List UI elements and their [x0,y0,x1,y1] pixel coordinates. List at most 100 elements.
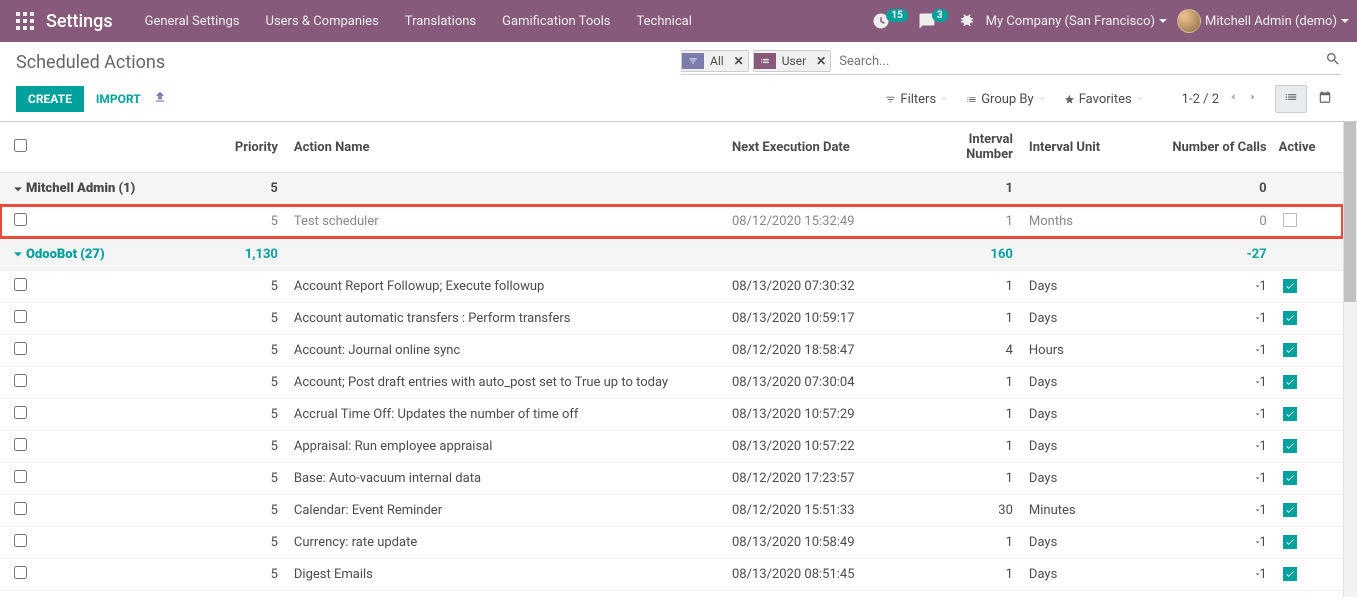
favorites-dropdown[interactable]: Favorites [1064,92,1144,107]
table-row[interactable]: 5Event: Mail Scheduler08/12/2020 15:50:4… [0,591,1343,598]
caret-down-icon [1136,97,1144,101]
cell-next-exec: 08/12/2020 15:50:45 [724,591,915,598]
row-checkbox[interactable] [14,566,27,579]
user-avatar [1177,9,1201,33]
active-checkbox-checked[interactable] [1283,471,1297,485]
table-row[interactable]: 5Account automatic transfers : Perform t… [0,303,1343,335]
row-checkbox[interactable] [14,310,27,323]
apps-menu-icon[interactable] [8,12,42,30]
activity-icon[interactable]: 15 [872,12,907,30]
group-toggle[interactable]: OdooBot (27) [14,247,105,262]
row-checkbox[interactable] [14,534,27,547]
table-row[interactable]: 5Account: Journal online sync08/12/2020 … [0,335,1343,367]
select-all-checkbox[interactable] [14,139,27,152]
col-interval-num[interactable]: Interval Number [915,122,1021,173]
col-num-calls[interactable]: Number of Calls [1145,122,1274,173]
table-row[interactable]: 5Calendar: Event Reminder08/12/2020 15:5… [0,495,1343,527]
row-checkbox[interactable] [14,502,27,515]
upload-icon[interactable] [153,90,167,108]
messages-icon[interactable]: 3 [918,12,948,30]
nav-item[interactable]: Translations [393,4,488,39]
company-switcher[interactable]: My Company (San Francisco) [986,14,1167,29]
col-next-exec[interactable]: Next Execution Date [724,122,915,173]
table-row[interactable]: 5Appraisal: Run employee appraisal08/13/… [0,431,1343,463]
active-checkbox-checked[interactable] [1283,439,1297,453]
group-interval-sum: 1 [915,173,1021,206]
row-checkbox[interactable] [14,213,27,226]
scrollbar[interactable] [1343,122,1357,597]
user-name: Mitchell Admin (demo) [1205,14,1337,29]
groupby-label: Group By [981,92,1034,107]
scheduled-actions-table: Priority Action Name Next Execution Date… [0,122,1343,597]
cell-interval-num: 1 [915,367,1021,399]
search-input[interactable] [835,52,1325,71]
table-row[interactable]: 5Account Report Followup; Execute follow… [0,271,1343,303]
groupby-dropdown[interactable]: Group By [966,92,1046,107]
col-action-name[interactable]: Action Name [286,122,724,173]
table-row[interactable]: 5Account; Post draft entries with auto_p… [0,367,1343,399]
nav-item[interactable]: Technical [625,4,704,39]
nav-item[interactable]: Gamification Tools [490,4,622,39]
row-checkbox[interactable] [14,406,27,419]
cell-priority: 5 [143,591,286,598]
groupby-facet: User✕ [753,50,831,72]
debug-icon[interactable] [958,12,976,30]
search-bar[interactable]: All✕User✕ [681,50,1341,75]
group-toggle[interactable]: Mitchell Admin (1) [14,181,135,196]
col-active[interactable]: Active [1275,122,1343,173]
active-checkbox-unchecked[interactable] [1283,213,1297,227]
active-checkbox-checked[interactable] [1283,375,1297,389]
create-button[interactable]: CREATE [16,86,84,112]
filters-dropdown[interactable]: Filters [885,92,948,107]
calendar-view-button[interactable] [1309,85,1341,113]
search-icon[interactable] [1325,51,1341,71]
facet-remove[interactable]: ✕ [812,54,830,68]
cell-interval-unit: Days [1021,303,1146,335]
pager-next[interactable] [1247,91,1259,107]
cell-priority: 5 [143,335,286,367]
nav-item[interactable]: Users & Companies [254,4,391,39]
row-checkbox[interactable] [14,278,27,291]
favorites-label: Favorites [1079,92,1132,107]
cell-priority: 5 [143,559,286,591]
row-checkbox[interactable] [14,470,27,483]
group-header-row[interactable]: OdooBot (27)1,130160-27 [0,238,1343,271]
cell-interval-num: 1 [915,431,1021,463]
table-row[interactable]: 5Currency: rate update08/13/2020 10:58:4… [0,527,1343,559]
cell-num-calls: -1 [1145,399,1274,431]
col-interval-unit[interactable]: Interval Unit [1021,122,1146,173]
row-checkbox[interactable] [14,374,27,387]
list-view-button[interactable] [1275,85,1307,113]
cell-active [1275,495,1343,527]
table-row[interactable]: 5Accrual Time Off: Updates the number of… [0,399,1343,431]
cell-action-name: Account automatic transfers : Perform tr… [286,303,724,335]
cell-active [1275,205,1343,238]
cell-active [1275,463,1343,495]
pager-prev[interactable] [1227,91,1239,107]
table-row[interactable]: 5Base: Auto-vacuum internal data08/12/20… [0,463,1343,495]
nav-item[interactable]: General Settings [133,4,252,39]
app-title[interactable]: Settings [46,11,113,32]
filter-facet: All✕ [681,50,749,72]
cell-num-calls: -1 [1145,527,1274,559]
active-checkbox-checked[interactable] [1283,279,1297,293]
cell-next-exec: 08/12/2020 18:58:47 [724,335,915,367]
cell-active [1275,527,1343,559]
active-checkbox-checked[interactable] [1283,567,1297,581]
import-button[interactable]: IMPORT [96,92,141,106]
table-row[interactable]: 5Digest Emails08/13/2020 08:51:451Days-1 [0,559,1343,591]
group-header-row[interactable]: Mitchell Admin (1)510 [0,173,1343,206]
active-checkbox-checked[interactable] [1283,407,1297,421]
row-checkbox[interactable] [14,342,27,355]
active-checkbox-checked[interactable] [1283,343,1297,357]
active-checkbox-checked[interactable] [1283,535,1297,549]
active-checkbox-checked[interactable] [1283,503,1297,517]
scrollbar-thumb[interactable] [1344,122,1356,302]
table-row[interactable]: 5Test scheduler08/12/2020 15:32:491Month… [0,205,1343,238]
active-checkbox-checked[interactable] [1283,311,1297,325]
cell-num-calls: -1 [1145,463,1274,495]
user-menu[interactable]: Mitchell Admin (demo) [1177,9,1349,33]
col-priority[interactable]: Priority [143,122,286,173]
facet-remove[interactable]: ✕ [730,54,748,68]
row-checkbox[interactable] [14,438,27,451]
